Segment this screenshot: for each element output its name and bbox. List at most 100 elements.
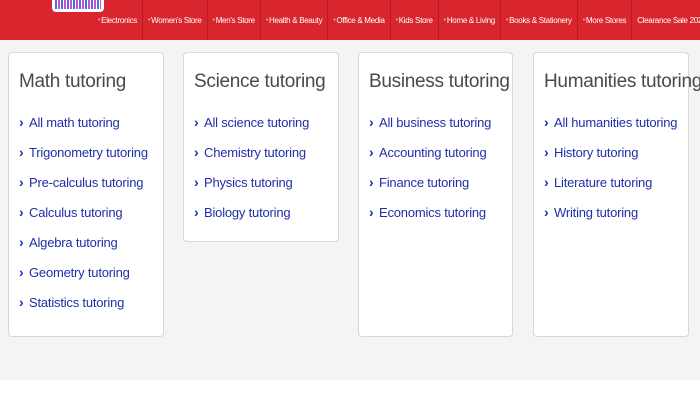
chevron-right-icon: ›	[19, 204, 24, 220]
nav-item-label: Men's Store	[215, 15, 255, 25]
link-label: Literature tutoring	[554, 175, 653, 190]
nav-bullet-icon: •	[443, 16, 446, 24]
nav-bullet-icon: •	[98, 16, 101, 24]
nav-item-more-stores[interactable]: • More Stores	[576, 0, 631, 40]
chevron-right-icon: ›	[369, 204, 374, 220]
nav-item-label: Home & Living	[446, 15, 495, 25]
nav-item-office-media[interactable]: • Office & Media	[327, 0, 389, 40]
nav-item-label: Clearance Sale 2022	[637, 15, 700, 25]
link-calculus-tutoring[interactable]: › Calculus tutoring	[19, 205, 148, 235]
link-label: Accounting tutoring	[379, 145, 487, 160]
chevron-right-icon: ›	[544, 174, 549, 190]
chevron-right-icon: ›	[369, 174, 374, 190]
chevron-right-icon: ›	[194, 204, 199, 220]
chevron-right-icon: ›	[19, 264, 24, 280]
link-label: Statistics tutoring	[29, 295, 125, 310]
nav-item-label: Kids Store	[398, 15, 433, 25]
chevron-right-icon: ›	[544, 204, 549, 220]
link-label: All math tutoring	[29, 115, 120, 130]
nav-bullet-icon: •	[505, 16, 509, 24]
link-label: Physics tutoring	[204, 175, 293, 190]
link-geometry-tutoring[interactable]: › Geometry tutoring	[19, 265, 148, 295]
link-label: Calculus tutoring	[29, 205, 123, 220]
card-humanities-tutoring: Humanities tutoring › All humanities tuto…	[533, 52, 700, 337]
chevron-right-icon: ›	[369, 114, 374, 130]
chevron-right-icon: ›	[19, 114, 24, 130]
nav-item-label: Office & Media	[336, 15, 385, 25]
link-trigonometry-tutoring[interactable]: › Trigonometry tutoring	[19, 145, 148, 175]
chevron-right-icon: ›	[19, 294, 24, 310]
link-label: Writing tutoring	[554, 205, 638, 220]
nav-item-kids-store[interactable]: • Kids Store	[389, 0, 438, 40]
chevron-right-icon: ›	[19, 174, 24, 190]
chevron-right-icon: ›	[194, 114, 199, 130]
link-economics-tutoring[interactable]: › Economics tutoring	[369, 205, 491, 235]
link-literature-tutoring[interactable]: › Literature tutoring	[544, 175, 677, 205]
store-nav: • Electronics • Women's Store • Men's Store…	[93, 0, 700, 40]
page-footer-space	[0, 380, 700, 400]
link-biology-tutoring[interactable]: › Biology tutoring	[194, 205, 309, 235]
link-all-humanities-tutoring[interactable]: › All humanities tutoring	[544, 114, 678, 145]
nav-item-womens-store[interactable]: • Women's Store	[141, 0, 207, 40]
nav-item-label: Health & Beauty	[268, 15, 323, 25]
link-label: Finance tutoring	[379, 175, 470, 190]
chevron-right-icon: ›	[544, 144, 549, 160]
link-accounting-tutoring[interactable]: › Accounting tutoring	[369, 145, 491, 175]
chevron-right-icon: ›	[194, 174, 199, 190]
nav-item-home-living[interactable]: • Home & Living	[437, 0, 500, 40]
nav-item-electronics[interactable]: • Electronics	[93, 0, 142, 40]
nav-item-books-stationery[interactable]: • Books & Stationery	[499, 0, 577, 40]
card-title: Math tutoring	[19, 71, 126, 92]
chevron-right-icon: ›	[369, 144, 374, 160]
card-title: Business tutoring	[369, 71, 510, 92]
card-math-tutoring: Math tutoring › All math tutoring › Trigon…	[8, 52, 164, 337]
nav-item-health-beauty[interactable]: • Health & Beauty	[259, 0, 327, 40]
link-label: All business tutoring	[379, 115, 492, 130]
chevron-right-icon: ›	[19, 234, 24, 250]
link-list: › All humanities tutoring › History tutori…	[544, 114, 678, 235]
link-pre-calculus-tutoring[interactable]: › Pre-calculus tutoring	[19, 175, 148, 205]
link-label: History tutoring	[554, 145, 639, 160]
nav-bullet-icon: •	[147, 16, 151, 24]
link-label: Economics tutoring	[379, 205, 486, 220]
nav-bullet-icon: •	[265, 16, 268, 24]
link-chemistry-tutoring[interactable]: › Chemistry tutoring	[194, 145, 309, 175]
link-writing-tutoring[interactable]: › Writing tutoring	[544, 205, 677, 235]
tutoring-categories-section: Math tutoring › All math tutoring › Trigon…	[0, 40, 700, 380]
link-finance-tutoring[interactable]: › Finance tutoring	[369, 175, 491, 205]
link-label: Trigonometry tutoring	[29, 145, 148, 160]
nav-bullet-icon: •	[212, 16, 215, 24]
nav-item-clearance-sale[interactable]: •Clearance Sale 2022	[631, 0, 700, 40]
link-list: › All math tutoring › Trigonometry tutorin…	[19, 115, 148, 325]
link-list: › All science tutoring › Chemistry tutorin…	[194, 115, 309, 235]
chevron-right-icon: ›	[544, 114, 549, 130]
link-history-tutoring[interactable]: › History tutoring	[544, 145, 677, 175]
chevron-right-icon: ›	[194, 144, 199, 160]
link-all-science-tutoring[interactable]: › All science tutoring	[194, 115, 309, 145]
nav-bullet-icon: •	[333, 16, 336, 24]
link-label: Algebra tutoring	[29, 235, 118, 250]
nav-bullet-icon: •	[395, 16, 398, 24]
link-label: Pre-calculus tutoring	[29, 175, 144, 190]
nav-item-mens-store[interactable]: • Men's Store	[206, 0, 260, 40]
link-statistics-tutoring[interactable]: › Statistics tutoring	[19, 295, 148, 325]
link-label: Biology tutoring	[204, 205, 291, 220]
nav-item-label: More Stores	[585, 15, 627, 25]
nav-item-label: Electronics	[101, 15, 137, 25]
link-label: Geometry tutoring	[29, 265, 130, 280]
card-science-tutoring: Science tutoring › All science tutoring ›…	[183, 52, 339, 242]
link-physics-tutoring[interactable]: › Physics tutoring	[194, 175, 309, 205]
link-all-math-tutoring[interactable]: › All math tutoring	[19, 115, 148, 145]
link-label: All humanities tutoring	[554, 115, 678, 130]
card-title: Science tutoring	[194, 71, 326, 92]
link-all-business-tutoring[interactable]: › All business tutoring	[369, 115, 491, 145]
card-business-tutoring: Business tutoring › All business tutoring…	[358, 52, 513, 337]
link-algebra-tutoring[interactable]: › Algebra tutoring	[19, 235, 148, 265]
nav-item-label: Books & Stationery	[509, 15, 572, 25]
card-title: Humanities tutoring	[544, 71, 700, 92]
link-list: › All business tutoring › Accounting tutor…	[369, 115, 491, 235]
top-nav-bar: • Electronics • Women's Store • Men's Store…	[0, 0, 700, 40]
chevron-right-icon: ›	[19, 144, 24, 160]
link-label: All science tutoring	[204, 115, 310, 130]
link-label: Chemistry tutoring	[204, 145, 306, 160]
